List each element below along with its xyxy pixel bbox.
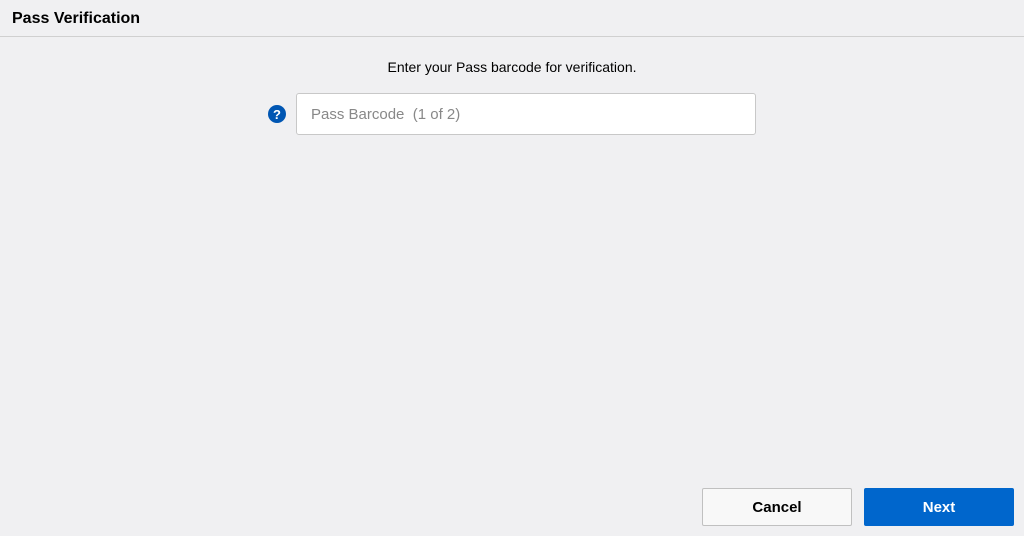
instruction-text: Enter your Pass barcode for verification… (387, 59, 636, 75)
main-content: Enter your Pass barcode for verification… (0, 37, 1024, 135)
page-header: Pass Verification (0, 0, 1024, 37)
next-button[interactable]: Next (864, 488, 1014, 526)
help-icon[interactable]: ? (268, 105, 286, 123)
barcode-input-row: ? (268, 93, 756, 135)
cancel-button[interactable]: Cancel (702, 488, 852, 526)
pass-barcode-input[interactable] (296, 93, 756, 135)
footer-buttons: Cancel Next (702, 488, 1014, 526)
page-title: Pass Verification (12, 10, 1012, 28)
